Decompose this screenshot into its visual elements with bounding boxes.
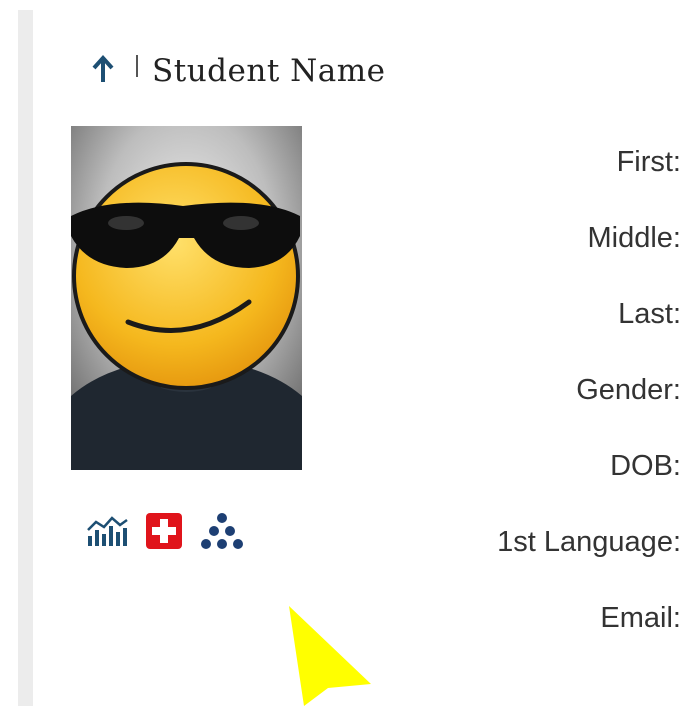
pointer-cursor-icon bbox=[286, 606, 376, 711]
sort-up-arrow-icon[interactable] bbox=[88, 54, 118, 84]
page-title: Student Name bbox=[152, 53, 386, 89]
group-dots-icon[interactable] bbox=[200, 511, 244, 551]
label-last: Last: bbox=[618, 298, 681, 330]
label-first-language: 1st Language: bbox=[497, 526, 681, 558]
label-dob: DOB: bbox=[610, 450, 681, 482]
student-icons bbox=[86, 511, 262, 551]
student-field-labels: First: Middle: Last: Gender: DOB: 1st La… bbox=[497, 138, 681, 670]
header-divider bbox=[136, 55, 138, 77]
left-rail bbox=[18, 10, 33, 706]
student-photo bbox=[71, 126, 302, 470]
medical-cross-icon[interactable] bbox=[146, 513, 182, 549]
label-email: Email: bbox=[600, 602, 681, 634]
label-first: First: bbox=[616, 146, 681, 178]
chart-icon[interactable] bbox=[86, 514, 128, 548]
label-middle: Middle: bbox=[587, 222, 682, 254]
label-gender: Gender: bbox=[576, 374, 681, 406]
header: Student Name bbox=[88, 44, 385, 94]
